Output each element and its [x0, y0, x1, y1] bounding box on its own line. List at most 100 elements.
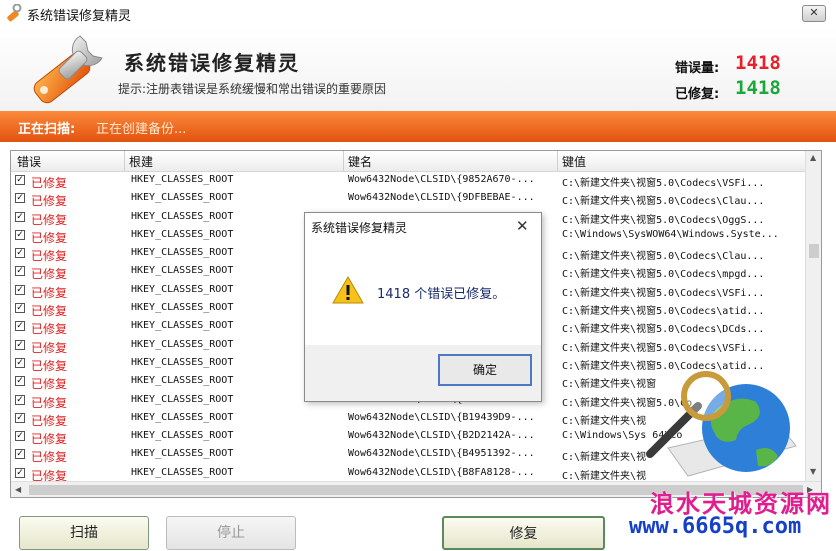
- column-header-key-name[interactable]: 键名: [348, 153, 372, 170]
- row-root-key: HKEY_CLASSES_ROOT: [131, 411, 234, 423]
- row-checkbox[interactable]: ✓: [15, 357, 25, 368]
- watermark-url: www.6665q.com: [629, 514, 802, 539]
- window-title: 系统错误修复精灵: [27, 9, 132, 24]
- row-key-value: C:\新建文件夹\视窗5.0\Codecs\atid...: [562, 306, 765, 318]
- scroll-down-icon[interactable]: ▼: [810, 467, 816, 476]
- scan-status-bar: 正在扫描: 正在创建备份...: [0, 111, 836, 142]
- wrench-app-icon: [7, 4, 22, 22]
- dialog-close-icon[interactable]: ✕: [516, 217, 529, 235]
- row-checkbox[interactable]: ✓: [15, 376, 25, 387]
- scroll-up-icon[interactable]: ▲: [810, 153, 816, 162]
- row-status: 已修复: [31, 249, 68, 264]
- vertical-scrollbar[interactable]: ▲ ▼: [805, 151, 821, 481]
- row-root-key: HKEY_CLASSES_ROOT: [131, 247, 234, 259]
- scroll-left-icon[interactable]: ◀: [15, 485, 21, 494]
- stop-button[interactable]: 停止: [166, 516, 296, 550]
- row-checkbox[interactable]: ✓: [15, 229, 25, 240]
- row-status: 已修复: [31, 176, 68, 190]
- row-root-key: HKEY_CLASSES_ROOT: [131, 448, 234, 460]
- scan-status-text: 正在创建备份...: [96, 122, 187, 137]
- table-header: 错误 根建 键名 键值: [11, 151, 805, 172]
- row-checkbox[interactable]: ✓: [15, 284, 25, 295]
- row-root-key: HKEY_CLASSES_ROOT: [131, 210, 234, 222]
- row-root-key: HKEY_CLASSES_ROOT: [131, 302, 234, 314]
- message-dialog: 系统错误修复精灵 ✕ 1418 个错误已修复。 确定: [304, 212, 542, 402]
- row-status: 已修复: [31, 304, 68, 319]
- row-checkbox[interactable]: ✓: [15, 193, 25, 204]
- row-checkbox[interactable]: ✓: [15, 211, 25, 222]
- row-checkbox[interactable]: ✓: [15, 412, 25, 423]
- row-key-name: Wow6432Node\CLSID\{B2D2142A-...: [348, 430, 535, 442]
- dialog-message: 1418 个错误已修复。: [377, 287, 506, 302]
- error-count-value: 1418: [735, 52, 781, 74]
- row-key-value: C:\新建文件夹\视窗5.0\Codecs\Clau...: [562, 251, 765, 263]
- row-checkbox[interactable]: ✓: [15, 248, 25, 259]
- column-header-error[interactable]: 错误: [17, 153, 41, 170]
- row-root-key: HKEY_CLASSES_ROOT: [131, 356, 234, 368]
- row-status: 已修复: [31, 413, 68, 428]
- row-root-key: HKEY_CLASSES_ROOT: [131, 174, 234, 185]
- wrench-logo-icon: [33, 35, 103, 104]
- row-root-key: HKEY_CLASSES_ROOT: [131, 375, 234, 387]
- dialog-ok-button[interactable]: 确定: [438, 354, 532, 386]
- row-root-key: HKEY_CLASSES_ROOT: [131, 338, 234, 350]
- row-checkbox[interactable]: ✓: [15, 266, 25, 277]
- error-count-label: 错误量:: [675, 61, 720, 76]
- row-root-key: HKEY_CLASSES_ROOT: [131, 228, 234, 240]
- row-key-value: C:\新建文件夹\视窗5.0\Codecs\VSFi...: [562, 287, 765, 299]
- row-status: 已修复: [31, 285, 68, 300]
- row-key-value: C:\Windows\SysWOW64\Windows.Syste...: [562, 228, 779, 240]
- tip-text: 提示:注册表错误是系统缓慢和常出错误的重要原因: [118, 82, 387, 96]
- row-status: 已修复: [31, 340, 68, 355]
- row-status: 已修复: [31, 212, 68, 227]
- row-root-key: HKEY_CLASSES_ROOT: [131, 430, 234, 442]
- scan-button[interactable]: 扫描: [19, 516, 149, 550]
- scan-label: 正在扫描:: [18, 122, 76, 137]
- row-key-name: Wow6432Node\CLSID\{B8FA8128-...: [348, 466, 535, 478]
- row-root-key: HKEY_CLASSES_ROOT: [131, 283, 234, 295]
- row-key-value: C:\新建文件夹\视窗5.0\Codecs\DCds...: [562, 324, 765, 336]
- row-root-key: HKEY_CLASSES_ROOT: [131, 192, 234, 204]
- row-root-key: HKEY_CLASSES_ROOT: [131, 466, 234, 478]
- row-root-key: HKEY_CLASSES_ROOT: [131, 393, 234, 405]
- table-row[interactable]: ✓ 已修复 HKEY_CLASSES_ROOT Wow6432Node\CLSID\{…: [11, 172, 805, 190]
- row-status: 已修复: [31, 432, 68, 447]
- title-bar: 系统错误修复精灵 ✕: [0, 0, 836, 28]
- row-checkbox[interactable]: ✓: [15, 449, 25, 460]
- row-checkbox[interactable]: ✓: [15, 175, 25, 185]
- window-close-button[interactable]: ✕: [802, 5, 826, 22]
- vertical-scroll-thumb[interactable]: [809, 244, 819, 258]
- row-checkbox[interactable]: ✓: [15, 431, 25, 442]
- close-icon: ✕: [809, 6, 819, 19]
- magnifier-globe-icon: [646, 371, 797, 477]
- row-root-key: HKEY_CLASSES_ROOT: [131, 320, 234, 332]
- row-key-name: Wow6432Node\CLSID\{B19439D9-...: [348, 411, 535, 423]
- row-key-value: C:\新建文件夹\视窗5.0\Codecs\Clau...: [562, 196, 765, 208]
- row-checkbox[interactable]: ✓: [15, 321, 25, 332]
- row-key-value: C:\新建文件夹\视窗5.0\Codecs\VSFi...: [562, 342, 765, 354]
- row-status: 已修复: [31, 395, 68, 410]
- row-status: 已修复: [31, 358, 68, 373]
- row-checkbox[interactable]: ✓: [15, 394, 25, 405]
- row-checkbox[interactable]: ✓: [15, 339, 25, 350]
- row-key-name: Wow6432Node\CLSID\{B4951392-...: [348, 448, 535, 460]
- row-root-key: HKEY_CLASSES_ROOT: [131, 265, 234, 277]
- fixed-count-value: 1418: [735, 77, 781, 99]
- row-key-value: C:\新建文件夹\视窗5.0\Codecs\VSFi...: [562, 178, 765, 189]
- row-status: 已修复: [31, 194, 68, 209]
- row-status: 已修复: [31, 377, 68, 392]
- row-key-name: Wow6432Node\CLSID\{9852A670-...: [348, 174, 535, 185]
- row-status: 已修复: [31, 267, 68, 282]
- dialog-title: 系统错误修复精灵: [311, 221, 408, 235]
- column-header-root[interactable]: 根建: [129, 153, 153, 170]
- row-checkbox[interactable]: ✓: [15, 303, 25, 314]
- table-row[interactable]: ✓ 已修复 HKEY_CLASSES_ROOT Wow6432Node\CLSID\{…: [11, 190, 805, 208]
- row-status: 已修复: [31, 450, 68, 465]
- column-header-key-value[interactable]: 键值: [562, 153, 586, 170]
- row-checkbox[interactable]: ✓: [15, 467, 25, 478]
- fixed-count-label: 已修复:: [675, 87, 720, 102]
- row-key-name: Wow6432Node\CLSID\{9DFBEBAE-...: [348, 192, 535, 204]
- repair-button[interactable]: 修复: [442, 516, 605, 550]
- row-status: 已修复: [31, 322, 68, 337]
- row-status: 已修复: [31, 230, 68, 245]
